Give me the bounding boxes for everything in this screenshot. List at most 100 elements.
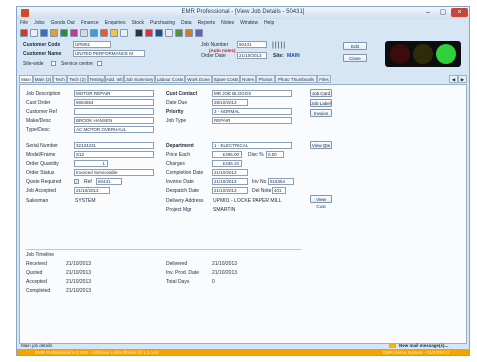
tab-main-2[interactable]: Main (2) xyxy=(33,75,53,83)
footer-bar: EMR Professional 6.3.10S - Softmine Ltd/… xyxy=(17,349,469,355)
tab-tech-2[interactable]: Tech (2) xyxy=(67,75,88,83)
chart-icon[interactable] xyxy=(175,29,183,37)
quote-required-label: Quote Required xyxy=(26,179,62,185)
type-desc-field[interactable]: AC MOTOR OVERHAUL xyxy=(74,126,154,133)
copy-icon[interactable] xyxy=(90,29,98,37)
received-label: Received xyxy=(26,261,47,267)
calculator-icon[interactable] xyxy=(165,29,173,37)
tab-scroll-left-icon[interactable]: ◀ xyxy=(449,75,458,83)
job-accepted-field[interactable]: 21/10/2013 xyxy=(74,187,110,194)
menu-window[interactable]: Window xyxy=(237,19,261,27)
tab-files[interactable]: Files xyxy=(317,75,331,83)
tab-photos[interactable]: Photos xyxy=(256,75,275,83)
project-mgr-value: SMARTIN xyxy=(213,207,236,213)
department-field[interactable]: 1 - ELECTRICAL xyxy=(212,142,292,149)
close-window-button[interactable]: × xyxy=(451,8,468,17)
salesman-label: Salesman xyxy=(26,198,49,204)
open-icon[interactable] xyxy=(30,29,38,37)
tab-notes[interactable]: Notes xyxy=(240,75,256,83)
total-days-value: 0 xyxy=(212,279,215,285)
priority-field[interactable]: 3 - NORMAL xyxy=(212,108,292,115)
site-wide-checkbox[interactable] xyxy=(51,61,56,66)
price-each-field[interactable]: £495.00 xyxy=(212,151,242,158)
tab-photo-thumbnails[interactable]: Photo Thumbnails xyxy=(275,75,317,83)
price-each-label: Price Each xyxy=(166,152,191,158)
total-days-label: Total Days xyxy=(166,279,190,285)
tab-spare-costs[interactable]: Spare Costs xyxy=(212,75,240,83)
help-icon[interactable] xyxy=(195,29,203,37)
despatch-date-field[interactable]: 21/10/2013 xyxy=(212,187,248,194)
del-note-field[interactable]: 401 xyxy=(272,187,286,194)
cut-icon[interactable] xyxy=(80,29,88,37)
calendar-icon[interactable] xyxy=(120,29,128,37)
job-label-button[interactable]: Job Label xyxy=(310,99,332,107)
menu-purchasing[interactable]: Purchasing xyxy=(147,19,178,27)
menu-finance[interactable]: Finance xyxy=(78,19,102,27)
tab-testing[interactable]: Testing xyxy=(88,75,105,83)
new-job-icon[interactable] xyxy=(20,29,28,37)
tab-add-info[interactable]: Add. Info xyxy=(105,75,124,83)
disc-label: Disc % xyxy=(248,152,264,158)
cust-order-field[interactable]: 5654654 xyxy=(74,99,154,106)
make-desc-field[interactable]: BROOK HANSEN xyxy=(74,117,154,124)
refresh-icon[interactable] xyxy=(100,29,108,37)
edit-button[interactable]: Edit xyxy=(343,42,367,50)
tab-scroll-right-icon[interactable]: ▶ xyxy=(458,75,467,83)
customer-ref-field[interactable] xyxy=(74,108,154,115)
service-centre-checkbox[interactable] xyxy=(97,61,102,66)
accepted-value: 21/10/2013 xyxy=(66,279,92,285)
job-card-button[interactable]: Job Card xyxy=(310,89,332,97)
stop-icon[interactable] xyxy=(145,29,153,37)
record-icon[interactable] xyxy=(135,29,143,37)
tab-job-summary[interactable]: Job Summary xyxy=(124,75,155,83)
cust-contact-field[interactable]: MR JOE BLOGGS xyxy=(212,90,292,97)
print-icon[interactable] xyxy=(50,29,58,37)
tab-main[interactable]: Main xyxy=(19,75,33,83)
order-date-field[interactable]: 21/10/2013 xyxy=(237,52,267,59)
find-icon[interactable] xyxy=(60,29,68,37)
model-frame-field[interactable]: S12 xyxy=(74,151,154,158)
menu-enquiries[interactable]: Enquiries xyxy=(102,19,129,27)
play-icon[interactable] xyxy=(155,29,163,37)
date-due-field[interactable]: 28/10/2013 xyxy=(212,99,248,106)
menu-stock[interactable]: Stock xyxy=(128,19,147,27)
serial-number-field[interactable]: 32134231 xyxy=(74,142,154,149)
menu-notes[interactable]: Notes xyxy=(218,19,237,27)
close-button[interactable]: Close xyxy=(343,54,367,62)
view-cust-button[interactable]: View Cust xyxy=(310,195,332,209)
job-number-field[interactable]: 50431 xyxy=(237,41,267,48)
job-timeline-title: Job Timeline xyxy=(26,252,55,258)
menu-jobs[interactable]: Jobs xyxy=(31,19,48,27)
maximize-button[interactable]: ▢ xyxy=(436,8,450,17)
job-type-field[interactable]: REPAIR xyxy=(212,117,292,124)
quote-required-checkbox[interactable]: ✓ xyxy=(74,179,79,184)
tab-work-done[interactable]: Work Done xyxy=(185,75,212,83)
save-icon[interactable] xyxy=(40,29,48,37)
tools-icon[interactable] xyxy=(185,29,193,37)
menu-data[interactable]: Data xyxy=(178,19,195,27)
minimize-button[interactable]: – xyxy=(421,8,435,17)
order-status-field[interactable]: Invoiced Serviceable xyxy=(74,169,154,176)
menu-reports[interactable]: Reports xyxy=(195,19,219,27)
menu-file[interactable]: File xyxy=(17,19,31,27)
tab-labour-costs[interactable]: Labour Costs xyxy=(155,75,185,83)
mail-icon[interactable] xyxy=(110,29,118,37)
job-description-field[interactable]: MOTOR REPAIR xyxy=(74,90,154,97)
order-quantity-field[interactable]: 1 xyxy=(74,160,108,167)
completion-date-field[interactable]: 21/10/2013 xyxy=(212,169,248,176)
tab-tech[interactable]: Tech xyxy=(53,75,67,83)
quote-ref-field[interactable]: 50431 xyxy=(96,178,122,185)
version-text: EMR Professional 6.3.10S - Softmine Ltd/… xyxy=(35,350,159,355)
menu-goods-out[interactable]: Goods Out xyxy=(48,19,78,27)
view-qte-button[interactable]: View Qte xyxy=(310,141,332,149)
inv-no-field[interactable]: 518354 xyxy=(268,178,294,185)
customer-code-field[interactable]: UPM01 xyxy=(73,41,111,48)
charges-field[interactable]: £435.10 xyxy=(212,160,242,167)
new-mail-link[interactable]: New mail message(s)... xyxy=(399,343,448,348)
report-icon[interactable] xyxy=(70,29,78,37)
invoice-date-field[interactable]: 21/10/2013 xyxy=(212,178,248,185)
customer-name-field[interactable]: UNITED PERFORMANCE M xyxy=(73,50,145,57)
disc-field[interactable]: 0.00 xyxy=(266,151,284,158)
invoice-button[interactable]: Invoice xyxy=(310,109,332,117)
menu-help[interactable]: Help xyxy=(261,19,277,27)
